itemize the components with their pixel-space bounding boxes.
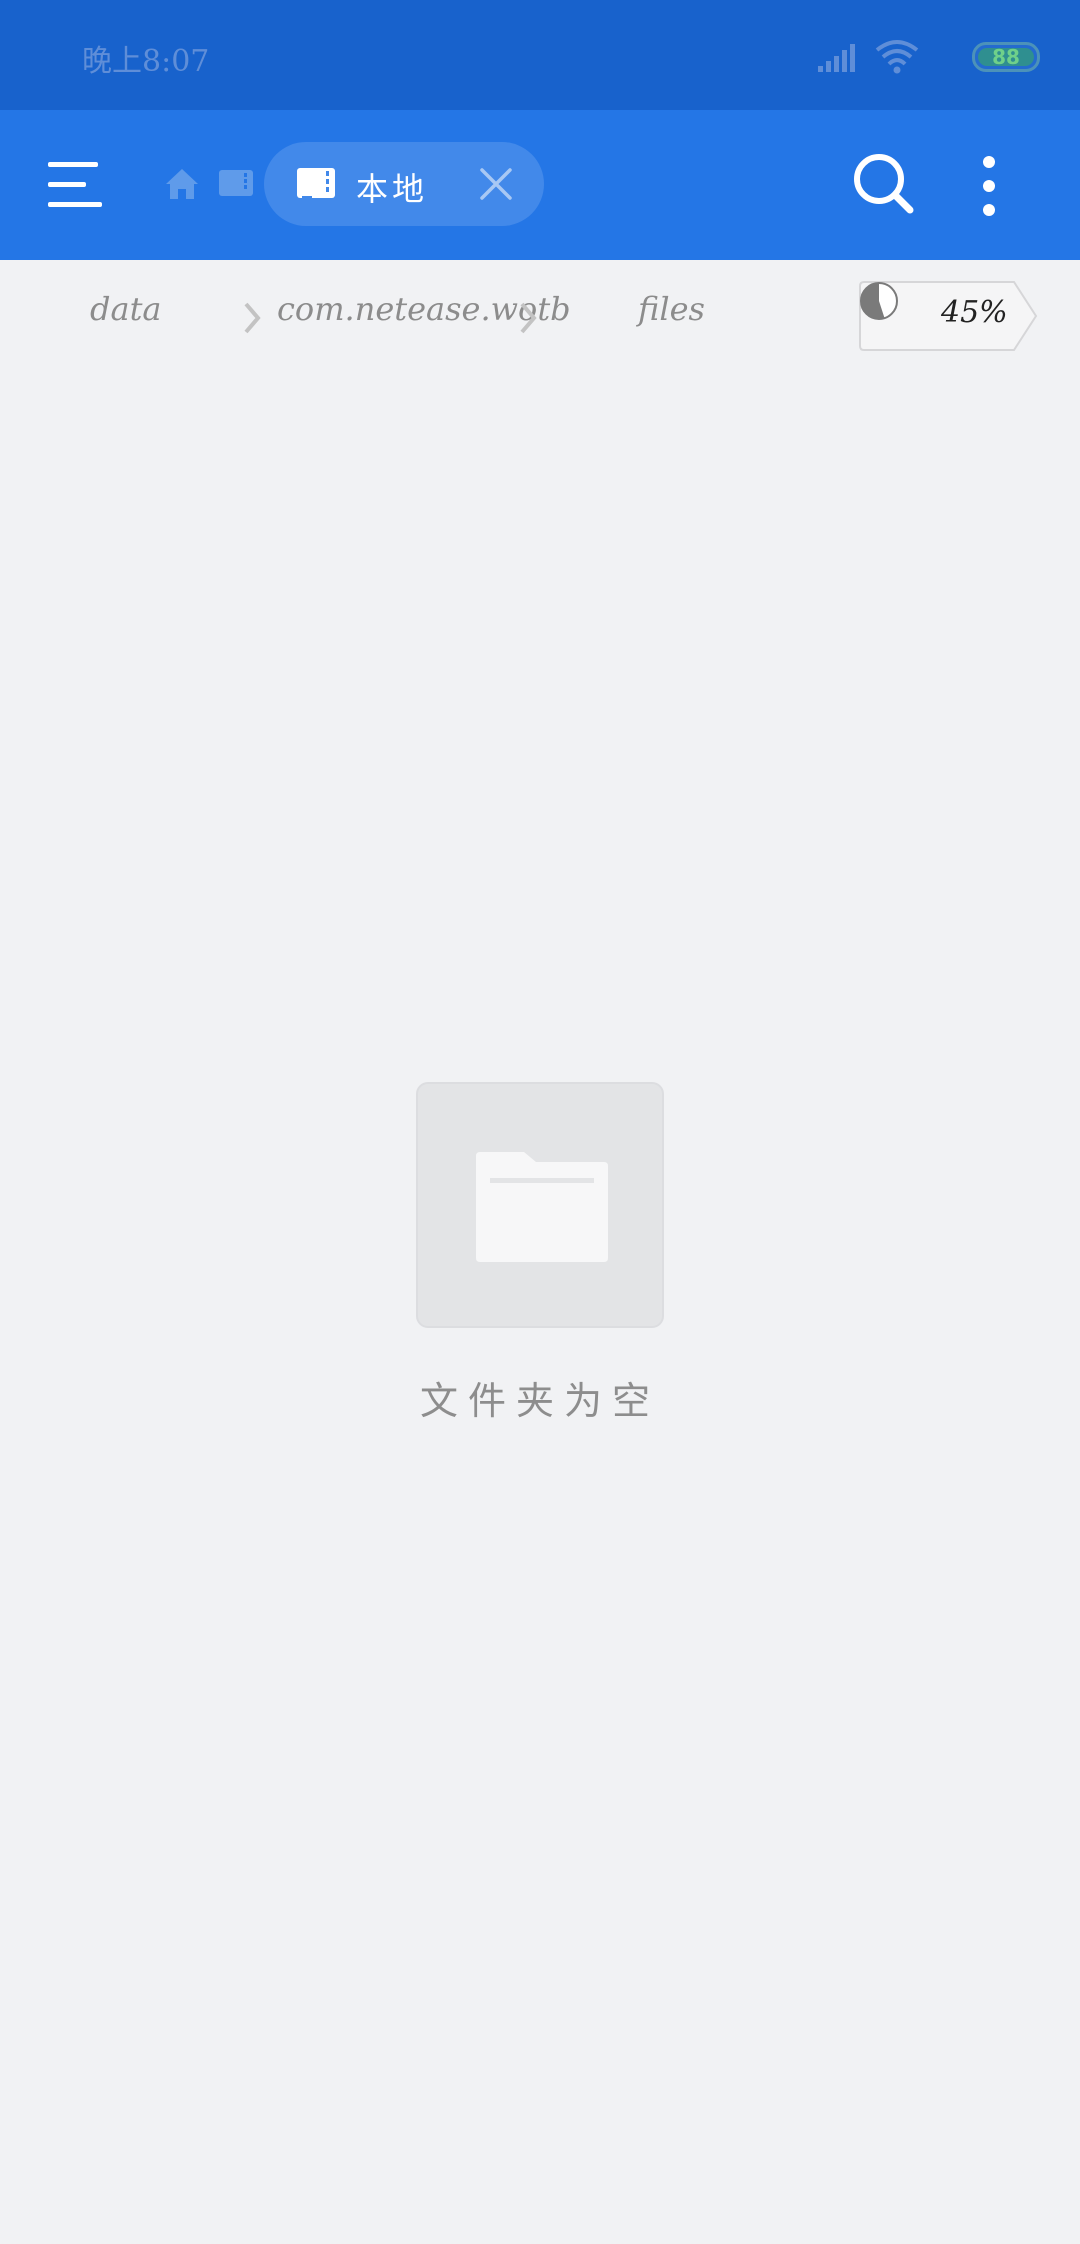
- menu-icon[interactable]: [48, 160, 106, 210]
- battery-level: 88: [992, 45, 1020, 69]
- more-vert-icon[interactable]: [974, 154, 1004, 218]
- breadcrumb-item-files[interactable]: files: [638, 290, 705, 328]
- battery-icon: 88: [972, 42, 1040, 72]
- chevron-right-icon: [520, 302, 537, 334]
- home-icon[interactable]: [164, 166, 200, 202]
- sd-card-icon[interactable]: [218, 168, 254, 200]
- folder-icon: [476, 1152, 608, 1262]
- empty-folder-message: 文件夹为空: [419, 1379, 660, 1423]
- tab-label: 本地: [356, 170, 429, 208]
- sd-card-icon: [297, 168, 335, 200]
- empty-folder-placeholder: [416, 1082, 664, 1328]
- storage-usage-badge[interactable]: 45%: [859, 281, 1039, 351]
- breadcrumb-item-data[interactable]: data: [90, 290, 162, 328]
- chevron-right-icon: [244, 302, 261, 334]
- signal-icon: [818, 44, 855, 72]
- status-icons: 88: [818, 38, 1040, 78]
- tab-local[interactable]: 本地: [264, 142, 544, 226]
- breadcrumb: data com.netease.wotb files 45%: [0, 260, 1080, 370]
- status-time: 晚上8:07: [82, 44, 210, 79]
- close-icon[interactable]: [478, 166, 514, 202]
- status-bar: 晚上8:07 88: [0, 0, 1080, 110]
- storage-percent: 45%: [941, 295, 1008, 330]
- search-icon[interactable]: [852, 152, 916, 216]
- pie-chart-icon: [860, 282, 898, 320]
- app-bar: 本地: [0, 110, 1080, 260]
- wifi-icon: [875, 40, 919, 74]
